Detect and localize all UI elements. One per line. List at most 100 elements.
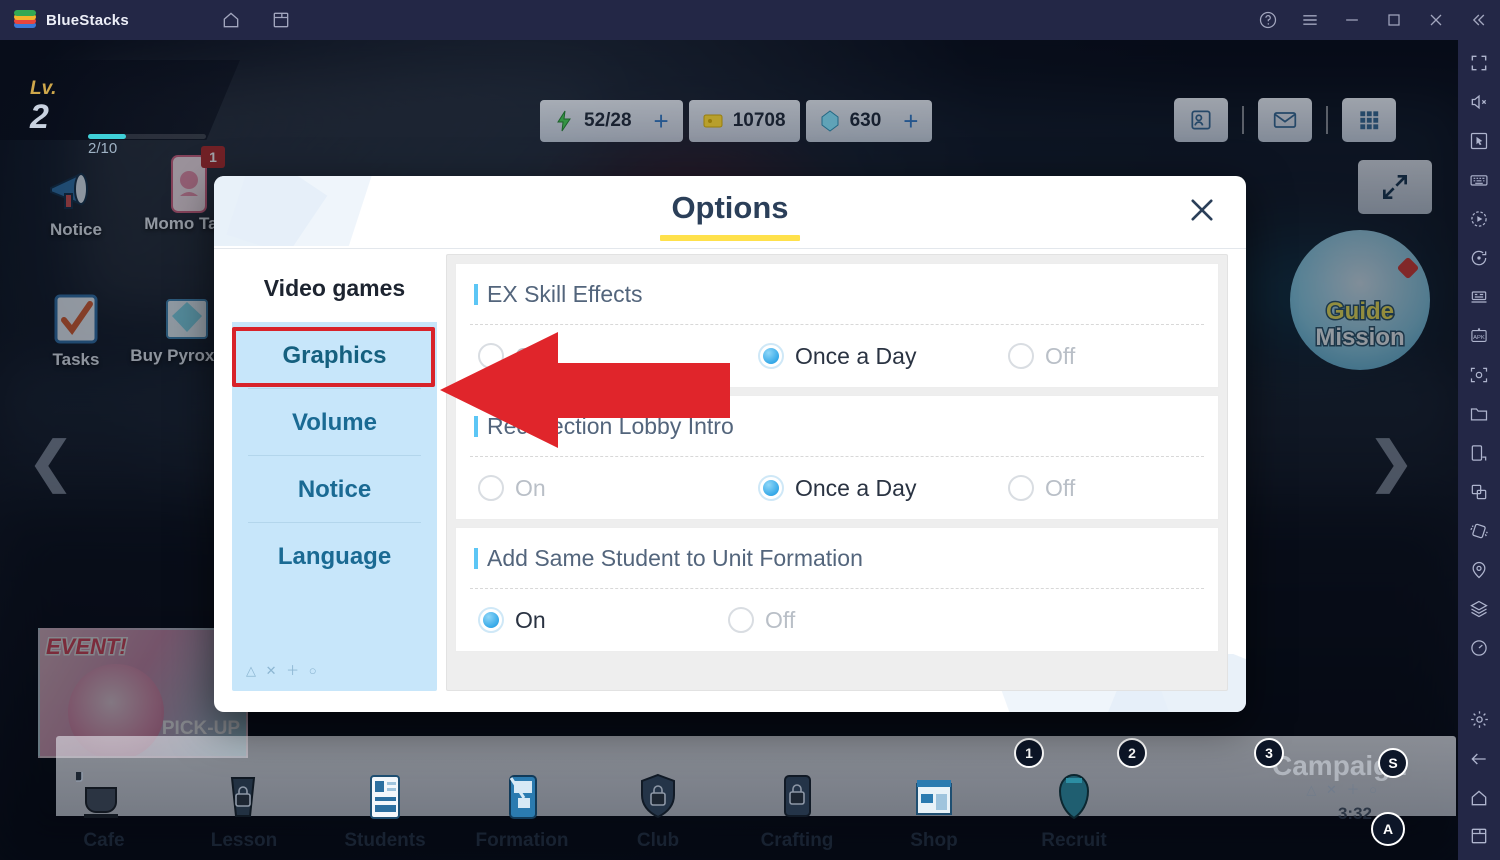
bluestacks-title-bar: BlueStacks <box>0 0 1500 40</box>
sidebar-item-graphics[interactable]: Graphics <box>232 322 437 389</box>
sidebar-item-label: Notice <box>297 475 372 503</box>
next-arrow-icon[interactable]: ❯ <box>1369 430 1414 493</box>
install-apk-icon[interactable]: APK <box>1463 321 1495 352</box>
bluestacks-sidebar: APK <box>1458 40 1500 860</box>
radio-dot <box>478 343 504 369</box>
nav-item-club[interactable]: Club <box>588 772 728 852</box>
menu-grid-icon[interactable] <box>1342 98 1396 142</box>
nav-item-formation[interactable]: Formation <box>452 772 592 852</box>
level-label: Lv. <box>30 78 57 99</box>
cursor-icon[interactable] <box>1463 126 1495 157</box>
title-underline <box>660 235 800 241</box>
lesson-icon <box>216 772 272 828</box>
help-icon[interactable] <box>1256 8 1280 32</box>
friends-icon[interactable] <box>1174 98 1228 142</box>
currency-ap[interactable]: 52/28 + <box>540 100 683 142</box>
sidebar-item-notice[interactable]: Notice <box>232 456 437 523</box>
students-icon <box>357 772 413 828</box>
accent-bar <box>474 415 478 437</box>
expand-arrows-icon[interactable] <box>1358 160 1432 214</box>
android-home-icon[interactable] <box>1463 782 1495 813</box>
controller-glyphs: △ ✕ ＋ ○ <box>1306 782 1380 797</box>
radio-ex-skill-on[interactable]: On <box>478 343 758 370</box>
game-icon-label: Notice <box>50 220 102 239</box>
sidebar-item-video-games[interactable]: Video games <box>232 254 437 322</box>
setting-title: Recollection Lobby Intro <box>456 396 1218 456</box>
setting-options-row: On Once a Day Off <box>456 325 1218 387</box>
radio-dot <box>758 475 784 501</box>
nav-item-shop[interactable]: Shop <box>864 772 1004 852</box>
nav-item-crafting[interactable]: Crafting <box>727 772 867 852</box>
close-icon[interactable] <box>1182 190 1222 230</box>
setting-card-recollection-lobby-intro: Recollection Lobby Intro On Once a Day O… <box>455 395 1219 520</box>
setting-title-label: Add Same Student to Unit Formation <box>487 544 863 571</box>
formation-icon <box>494 772 550 828</box>
currency-pyroxene-value: 630 <box>849 110 882 131</box>
home-icon[interactable] <box>219 8 243 32</box>
location-icon[interactable] <box>1463 554 1495 585</box>
copy-instance-icon[interactable] <box>1463 476 1495 507</box>
sidebar-controller-glyphs: △ ✕ ＋ ○ <box>246 663 320 678</box>
back-icon[interactable] <box>1463 743 1495 774</box>
number-badge-3: 3 <box>1254 738 1284 768</box>
layers-icon[interactable] <box>1463 593 1495 624</box>
recent-apps-icon[interactable] <box>1463 821 1495 852</box>
guide-mission-button[interactable]: Guide Mission <box>1290 230 1430 370</box>
currency-ap-plus-icon[interactable]: + <box>654 106 669 137</box>
crafting-icon <box>769 772 825 828</box>
performance-icon[interactable] <box>1463 632 1495 663</box>
radio-dot <box>728 607 754 633</box>
fullscreen-icon[interactable] <box>1463 48 1495 79</box>
mobile-view-icon[interactable] <box>1463 438 1495 469</box>
collapse-sidebar-icon[interactable] <box>1466 8 1490 32</box>
minimize-icon[interactable] <box>1340 8 1364 32</box>
radio-add-same-student-off[interactable]: Off <box>728 607 795 634</box>
radio-ex-skill-once-a-day[interactable]: Once a Day <box>758 343 1008 370</box>
mute-icon[interactable] <box>1463 87 1495 118</box>
nav-item-label: Formation <box>475 830 569 851</box>
currency-pyroxene[interactable]: 630 + <box>805 100 933 142</box>
number-badge-s: S <box>1378 748 1408 778</box>
mail-icon[interactable] <box>1258 98 1312 142</box>
radio-ex-skill-off[interactable]: Off <box>1008 343 1075 370</box>
divider <box>1326 106 1328 134</box>
macro-record-icon[interactable] <box>1463 204 1495 235</box>
media-folder-icon[interactable] <box>1463 399 1495 430</box>
shake-icon[interactable] <box>1463 515 1495 546</box>
nav-item-cafe[interactable]: Cafe <box>34 761 174 852</box>
nav-item-recruit[interactable]: Recruit <box>1004 772 1144 852</box>
options-dialog: Options Video games Graphics Volume Noti… <box>214 176 1246 712</box>
radio-add-same-student-on[interactable]: On <box>478 607 728 634</box>
currency-pyroxene-plus-icon[interactable]: + <box>903 106 918 137</box>
rotate-icon[interactable] <box>1463 243 1495 274</box>
radio-recollection-once-a-day[interactable]: Once a Day <box>758 475 1008 502</box>
multi-instance-manager-icon[interactable] <box>1463 282 1495 313</box>
page-title: Options <box>671 190 789 225</box>
game-icon-label: Tasks <box>52 350 100 369</box>
maximize-icon[interactable] <box>1382 8 1406 32</box>
screenshot-icon[interactable] <box>1463 360 1495 391</box>
sidebar-item-language[interactable]: Language <box>232 523 437 590</box>
currency-credit[interactable]: 10708 <box>688 100 800 142</box>
radio-recollection-off[interactable]: Off <box>1008 475 1075 502</box>
settings-gear-icon[interactable] <box>1463 704 1495 735</box>
multi-instance-icon[interactable] <box>269 8 293 32</box>
radio-dot <box>478 475 504 501</box>
setting-title: Add Same Student to Unit Formation <box>456 528 1218 588</box>
sidebar-item-volume[interactable]: Volume <box>232 389 437 456</box>
event-title: EVENT! <box>45 633 129 661</box>
game-icon-tasks[interactable]: Tasks <box>30 290 122 370</box>
close-icon[interactable] <box>1424 8 1448 32</box>
number-badge-1: 1 <box>1014 738 1044 768</box>
radio-recollection-on[interactable]: On <box>478 475 758 502</box>
game-icon-notice[interactable]: Notice <box>28 160 124 240</box>
divider <box>1242 106 1244 134</box>
credit-ticket-icon <box>703 114 723 128</box>
nav-item-lesson[interactable]: Lesson <box>174 772 314 852</box>
prev-arrow-icon[interactable]: ❮ <box>28 430 73 493</box>
hamburger-menu-icon[interactable] <box>1298 8 1322 32</box>
currency-ap-value: 52/28 <box>584 110 632 131</box>
nav-item-students[interactable]: Students <box>315 772 455 852</box>
keyboard-controls-icon[interactable] <box>1463 165 1495 196</box>
shop-icon <box>906 772 962 828</box>
